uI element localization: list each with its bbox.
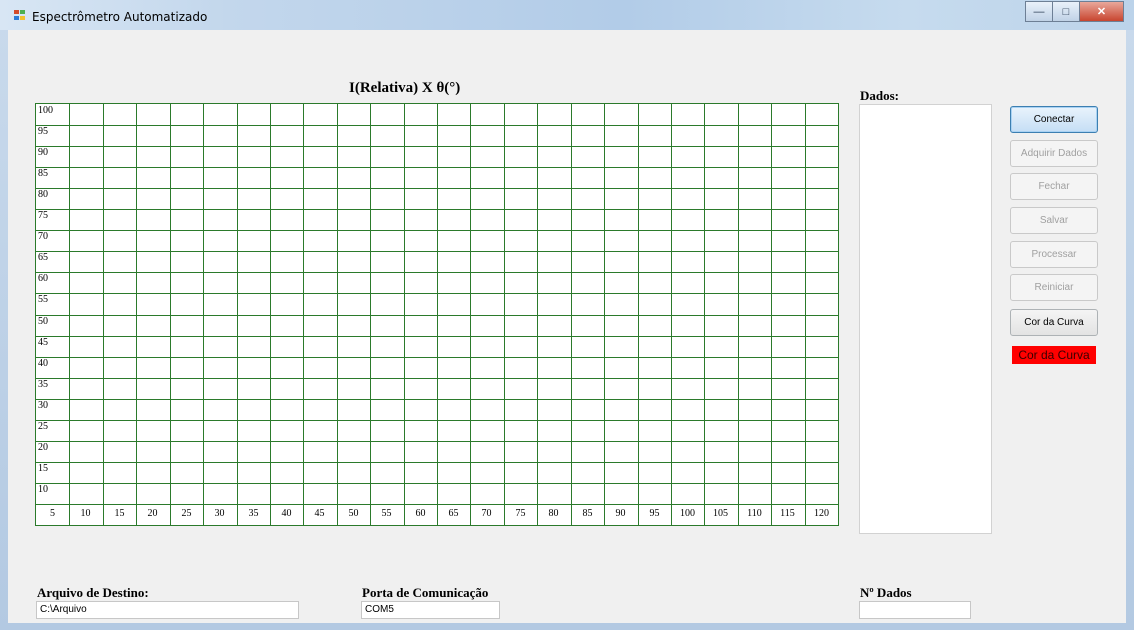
- x-tick-label: 35: [248, 508, 259, 519]
- x-tick-label: 5: [50, 508, 55, 519]
- x-tick-label: 120: [814, 508, 829, 519]
- y-tick-label: 10: [38, 484, 48, 495]
- window-title: Espectrômetro Automatizado: [32, 10, 208, 24]
- dados-list[interactable]: [859, 104, 992, 534]
- y-tick-label: 35: [38, 379, 48, 390]
- app-icon: [14, 10, 26, 21]
- y-tick-label: 45: [38, 337, 48, 348]
- x-tick-label: 20: [147, 508, 158, 519]
- minimize-icon[interactable]: —: [1025, 1, 1052, 22]
- y-tick-label: 65: [38, 252, 48, 263]
- y-tick-label: 30: [38, 400, 48, 411]
- y-tick-label: 25: [38, 421, 48, 432]
- plot-area[interactable]: 100 95 90 85 80 75 70 65 60 55 50 45 40 35 30 25 20 15 10 5…: [35, 103, 839, 526]
- x-tick-label: 65: [448, 508, 459, 519]
- x-tick-label: 95: [649, 508, 660, 519]
- x-tick-label: 90: [615, 508, 626, 519]
- y-tick-label: 100: [38, 105, 53, 116]
- y-tick-label: 75: [38, 210, 48, 221]
- curve-color-indicator: Cor da Curva: [1012, 346, 1096, 364]
- x-tick-label: 115: [780, 508, 795, 519]
- x-tick-label: 75: [515, 508, 526, 519]
- salvar-button[interactable]: Salvar: [1010, 207, 1098, 234]
- x-tick-label: 85: [582, 508, 593, 519]
- dados-label: Dados:: [860, 88, 900, 103]
- x-tick-label: 30: [214, 508, 225, 519]
- x-tick-label: 10: [80, 508, 91, 519]
- porta-comunicacao-field[interactable]: COM5: [361, 601, 500, 619]
- y-tick-label: 90: [38, 147, 48, 158]
- cor-da-curva-button[interactable]: Cor da Curva: [1010, 309, 1098, 336]
- porta-comunicacao-label: Porta de Comunicação: [362, 585, 489, 600]
- x-tick-label: 100: [680, 508, 695, 519]
- x-tick-label: 15: [114, 508, 125, 519]
- y-tick-label: 50: [38, 316, 48, 327]
- adquirir-dados-button[interactable]: Adquirir Dados: [1010, 140, 1098, 167]
- reiniciar-button[interactable]: Reiniciar: [1010, 274, 1098, 301]
- application-window: Espectrômetro Automatizado — □ ✕ I(Relat…: [0, 0, 1134, 630]
- y-tick-label: 55: [38, 294, 48, 305]
- y-tick-label: 60: [38, 273, 48, 284]
- conectar-button[interactable]: Conectar: [1010, 106, 1098, 133]
- x-tick-label: 50: [348, 508, 359, 519]
- x-tick-label: 110: [747, 508, 762, 519]
- x-tick-label: 25: [181, 508, 192, 519]
- y-tick-label: 40: [38, 358, 48, 369]
- y-tick-label: 95: [38, 126, 48, 137]
- x-tick-label: 40: [281, 508, 292, 519]
- title-bar[interactable]: Espectrômetro Automatizado — □ ✕: [0, 0, 1134, 30]
- processar-button[interactable]: Processar: [1010, 241, 1098, 268]
- n-dados-field[interactable]: [859, 601, 971, 619]
- y-tick-label: 20: [38, 442, 48, 453]
- x-tick-label: 70: [481, 508, 492, 519]
- x-tick-label: 45: [314, 508, 325, 519]
- x-tick-label: 80: [548, 508, 559, 519]
- y-tick-label: 80: [38, 189, 48, 200]
- y-tick-label: 70: [38, 231, 48, 242]
- arquivo-destino-label: Arquivo de Destino:: [37, 585, 149, 600]
- close-icon[interactable]: ✕: [1079, 1, 1124, 22]
- arquivo-destino-field[interactable]: C:\Arquivo: [36, 601, 299, 619]
- chart-title: I(Relativa) X θ(°): [349, 80, 461, 96]
- y-tick-label: 15: [38, 463, 48, 474]
- maximize-icon[interactable]: □: [1052, 1, 1079, 22]
- fechar-button[interactable]: Fechar: [1010, 173, 1098, 200]
- x-tick-label: 55: [381, 508, 392, 519]
- n-dados-label: Nº Dados: [860, 585, 912, 600]
- x-tick-label: 60: [415, 508, 426, 519]
- x-tick-label: 105: [713, 508, 728, 519]
- chart-grid: [36, 104, 838, 525]
- y-tick-label: 85: [38, 168, 48, 179]
